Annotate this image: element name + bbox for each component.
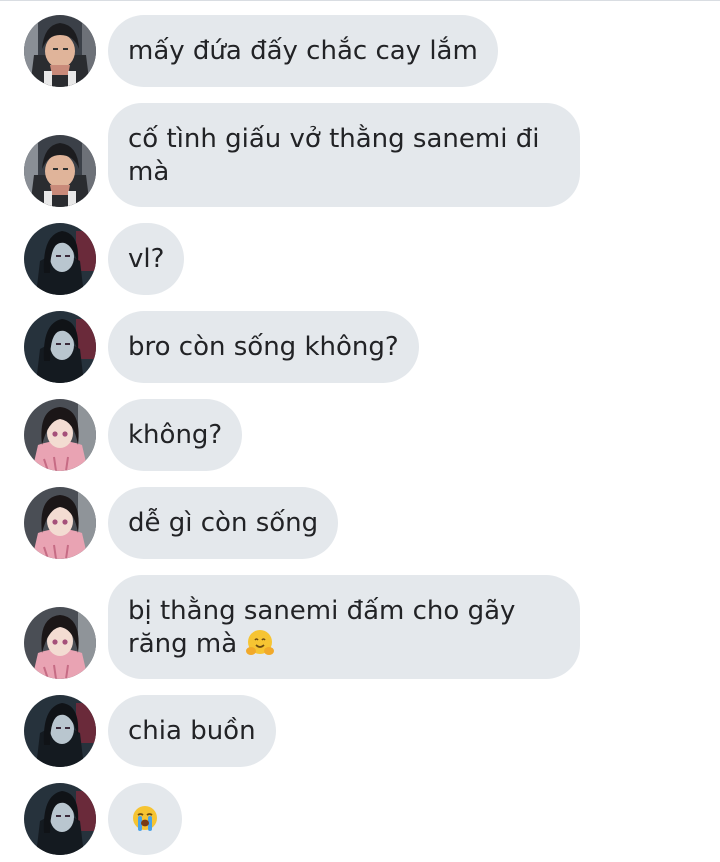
hugging-face-emoji <box>245 628 275 658</box>
message-row: dễ gì còn sống <box>0 487 720 559</box>
message-text: cố tình giấu vở thằng sanemi đi mà <box>128 124 540 187</box>
avatar-dark-hair-man[interactable] <box>24 15 96 87</box>
message-row: không? <box>0 399 720 471</box>
message-bubble[interactable]: không? <box>108 399 243 471</box>
avatar-pink-kimono-girl[interactable] <box>24 399 96 471</box>
message-bubble[interactable] <box>108 783 182 855</box>
avatar-long-hair-dark[interactable] <box>24 311 96 383</box>
message-bubble[interactable]: chia buồn <box>108 695 276 767</box>
message-bubble[interactable]: vl? <box>108 223 185 295</box>
message-text: vl? <box>128 244 165 274</box>
message-text: bro còn sống không? <box>128 332 399 362</box>
message-bubble[interactable]: cố tình giấu vở thằng sanemi đi mà <box>108 103 580 207</box>
message-row <box>0 783 720 855</box>
message-bubble[interactable]: dễ gì còn sống <box>108 487 339 559</box>
message-text: bị thằng sanemi đấm cho gãy răng mà <box>128 596 516 659</box>
chat-thread: mấy đứa đấy chắc cay lắm cố tình giấu vở… <box>0 0 720 862</box>
message-row: vl? <box>0 223 720 295</box>
message-row: bro còn sống không? <box>0 311 720 383</box>
avatar-long-hair-dark[interactable] <box>24 695 96 767</box>
avatar-long-hair-dark[interactable] <box>24 223 96 295</box>
message-text: dễ gì còn sống <box>128 508 319 538</box>
avatar-long-hair-dark[interactable] <box>24 783 96 855</box>
avatar-pink-kimono-girl[interactable] <box>24 607 96 679</box>
message-text: chia buồn <box>128 716 256 746</box>
message-text: không? <box>128 420 223 450</box>
message-bubble[interactable]: mấy đứa đấy chắc cay lắm <box>108 15 498 87</box>
message-text: mấy đứa đấy chắc cay lắm <box>128 36 478 66</box>
avatar-dark-hair-man[interactable] <box>24 135 96 207</box>
loudly-crying-face-emoji <box>130 803 160 833</box>
message-row: chia buồn <box>0 695 720 767</box>
message-row: bị thằng sanemi đấm cho gãy răng mà <box>0 575 720 679</box>
message-row: mấy đứa đấy chắc cay lắm <box>0 15 720 87</box>
avatar-pink-kimono-girl[interactable] <box>24 487 96 559</box>
message-bubble[interactable]: bro còn sống không? <box>108 311 419 383</box>
message-bubble[interactable]: bị thằng sanemi đấm cho gãy răng mà <box>108 575 580 679</box>
message-row: cố tình giấu vở thằng sanemi đi mà <box>0 103 720 207</box>
